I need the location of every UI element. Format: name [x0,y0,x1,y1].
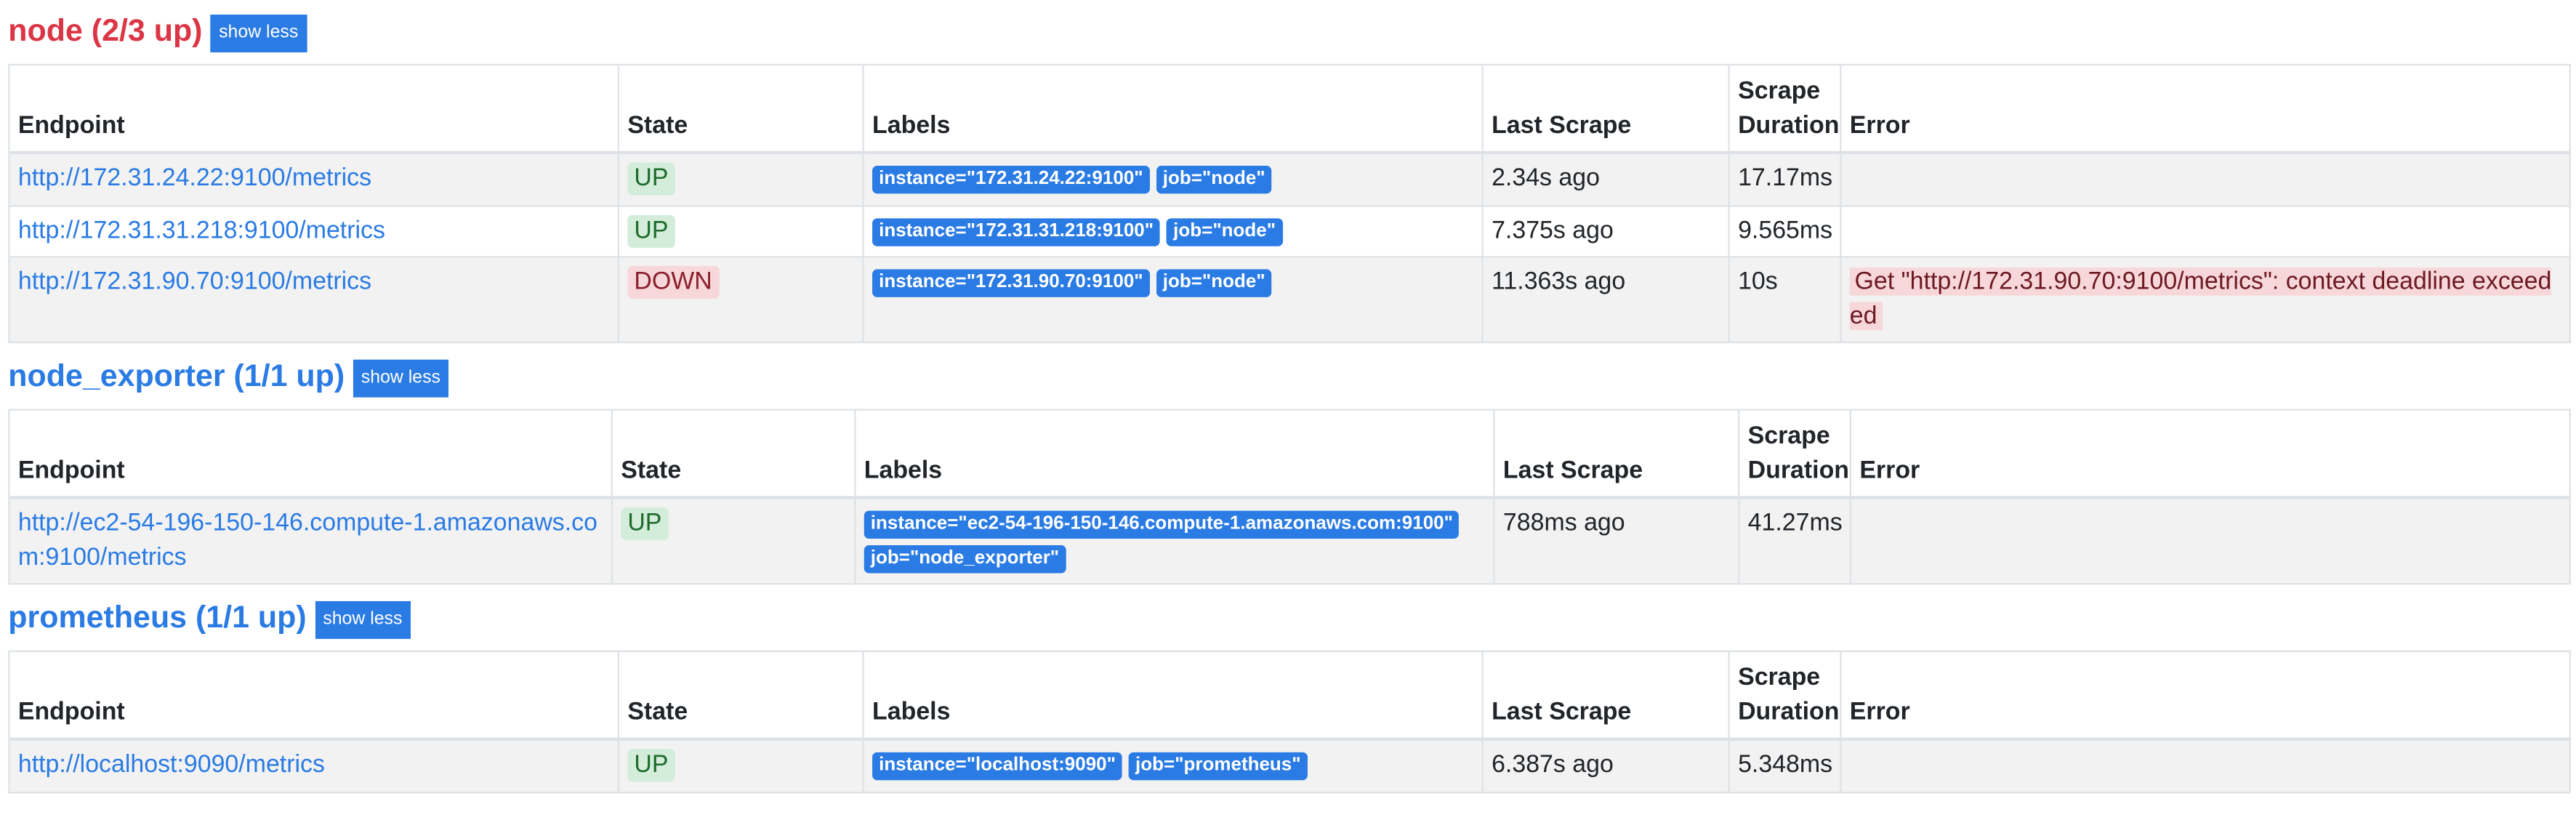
state-badge: UP [627,214,675,247]
column-header-endpoint[interactable]: Endpoint [8,650,620,741]
labels-cell: instance="172.31.31.218:9100" job="node" [862,204,1484,258]
error-cell [1840,738,2571,793]
job-header: prometheus (1/1 up) show less [8,588,2575,651]
label-badge: job="node" [1156,269,1272,297]
state-cell: UP [611,497,856,585]
label-badge: job="node" [1167,217,1283,246]
label-badge: instance="172.31.31.218:9100" [872,217,1161,246]
column-header-error[interactable]: Error [1840,650,2571,741]
label-badge: job="prometheus" [1129,752,1308,781]
scrape-duration-cell: 10s [1728,256,1842,344]
job-title-node[interactable]: node (2/3 up) [8,15,202,51]
error-cell [1840,204,2571,258]
job-section-node-exporter: node_exporter (1/1 up) show less Endpoin… [0,347,2576,585]
endpoint-link[interactable]: http://172.31.24.22:9100/metrics [18,164,371,192]
column-header-scrape-duration[interactable]: Scrape Duration [1728,650,1842,741]
endpoint-link[interactable]: http://172.31.90.70:9100/metrics [18,268,371,295]
label-badge: instance="localhost:9090" [872,752,1122,781]
state-cell: UP [617,204,864,258]
error-cell [1840,151,2571,206]
table-header-row: Endpoint State Labels Last Scrape Scrape… [8,650,2571,741]
column-header-scrape-duration[interactable]: Scrape Duration [1728,63,1842,155]
labels-cell: instance="172.31.24.22:9100" job="node" [862,151,1484,206]
column-header-last-scrape[interactable]: Last Scrape [1481,63,1730,155]
state-cell: UP [617,151,864,206]
column-header-state[interactable]: State [617,650,864,741]
job-section-node: node (2/3 up) show less Endpoint State L… [0,1,2576,344]
job-header: node_exporter (1/1 up) show less [8,347,2575,409]
job-section-prometheus: prometheus (1/1 up) show less Endpoint S… [0,588,2576,793]
state-cell: DOWN [617,256,864,344]
label-badge: job="node_exporter" [864,544,1066,573]
job-title-prometheus[interactable]: prometheus (1/1 up) [8,601,306,638]
table-row: http://172.31.31.218:9100/metrics UP ins… [8,204,2571,258]
endpoint-cell: http://localhost:9090/metrics [8,738,620,793]
scrape-duration-cell: 41.27ms [1738,497,1852,585]
column-header-labels[interactable]: Labels [862,650,1484,741]
column-header-last-scrape[interactable]: Last Scrape [1481,650,1730,741]
endpoint-link[interactable]: http://172.31.31.218:9100/metrics [18,216,385,244]
targets-table: Endpoint State Labels Last Scrape Scrape… [8,63,2571,344]
last-scrape-cell: 788ms ago [1493,497,1740,585]
column-header-endpoint[interactable]: Endpoint [8,63,620,155]
table-row: http://ec2-54-196-150-146.compute-1.amaz… [8,497,2571,585]
targets-table: Endpoint State Labels Last Scrape Scrape… [8,409,2571,585]
job-header: node (2/3 up) show less [8,1,2575,64]
state-cell: UP [617,738,864,793]
state-badge: UP [621,507,669,541]
last-scrape-cell: 11.363s ago [1481,256,1730,344]
column-header-endpoint[interactable]: Endpoint [8,409,613,499]
table-row: http://172.31.24.22:9100/metrics UP inst… [8,151,2571,206]
labels-cell: instance="172.31.90.70:9100" job="node" [862,256,1484,344]
column-header-last-scrape[interactable]: Last Scrape [1493,409,1740,499]
endpoint-cell: http://172.31.90.70:9100/metrics [8,256,620,344]
state-badge: UP [627,162,675,196]
scrape-duration-cell: 17.17ms [1728,151,1842,206]
error-cell [1849,497,2571,585]
column-header-labels[interactable]: Labels [862,63,1484,155]
column-header-state[interactable]: State [611,409,856,499]
column-header-scrape-duration[interactable]: Scrape Duration [1738,409,1852,499]
scrape-duration-cell: 9.565ms [1728,204,1842,258]
table-row: http://172.31.90.70:9100/metrics DOWN in… [8,256,2571,344]
column-header-error[interactable]: Error [1840,63,2571,155]
table-row: http://localhost:9090/metrics UP instanc… [8,738,2571,793]
endpoint-cell: http://ec2-54-196-150-146.compute-1.amaz… [8,497,613,585]
endpoint-link[interactable]: http://ec2-54-196-150-146.compute-1.amaz… [18,509,597,571]
label-badge: instance="172.31.90.70:9100" [872,269,1150,297]
show-less-button[interactable]: show less [210,13,307,52]
error-cell: Get "http://172.31.90.70:9100/metrics": … [1840,256,2571,344]
scrape-duration-cell: 5.348ms [1728,738,1842,793]
column-header-error[interactable]: Error [1849,409,2571,499]
label-badge: job="node" [1156,166,1272,194]
labels-cell: instance="ec2-54-196-150-146.compute-1.a… [854,497,1495,585]
last-scrape-cell: 2.34s ago [1481,151,1730,206]
show-less-button[interactable]: show less [314,600,411,638]
error-message: Get "http://172.31.90.70:9100/metrics": … [1849,268,2552,329]
endpoint-link[interactable]: http://localhost:9090/metrics [18,751,325,779]
endpoint-cell: http://172.31.31.218:9100/metrics [8,204,620,258]
show-less-button[interactable]: show less [353,358,449,397]
endpoint-cell: http://172.31.24.22:9100/metrics [8,151,620,206]
job-title-node-exporter[interactable]: node_exporter (1/1 up) [8,360,345,396]
table-header-row: Endpoint State Labels Last Scrape Scrape… [8,63,2571,155]
state-badge: DOWN [627,265,719,300]
targets-page: node (2/3 up) show less Endpoint State L… [0,1,2576,793]
label-badge: instance="172.31.24.22:9100" [872,166,1150,194]
labels-cell: instance="localhost:9090" job="prometheus… [862,738,1484,793]
state-badge: UP [627,749,675,782]
targets-table: Endpoint State Labels Last Scrape Scrape… [8,650,2571,793]
last-scrape-cell: 7.375s ago [1481,204,1730,258]
table-header-row: Endpoint State Labels Last Scrape Scrape… [8,409,2571,499]
column-header-state[interactable]: State [617,63,864,155]
column-header-labels[interactable]: Labels [854,409,1495,499]
label-badge: instance="ec2-54-196-150-146.compute-1.a… [864,510,1460,539]
last-scrape-cell: 6.387s ago [1481,738,1730,793]
